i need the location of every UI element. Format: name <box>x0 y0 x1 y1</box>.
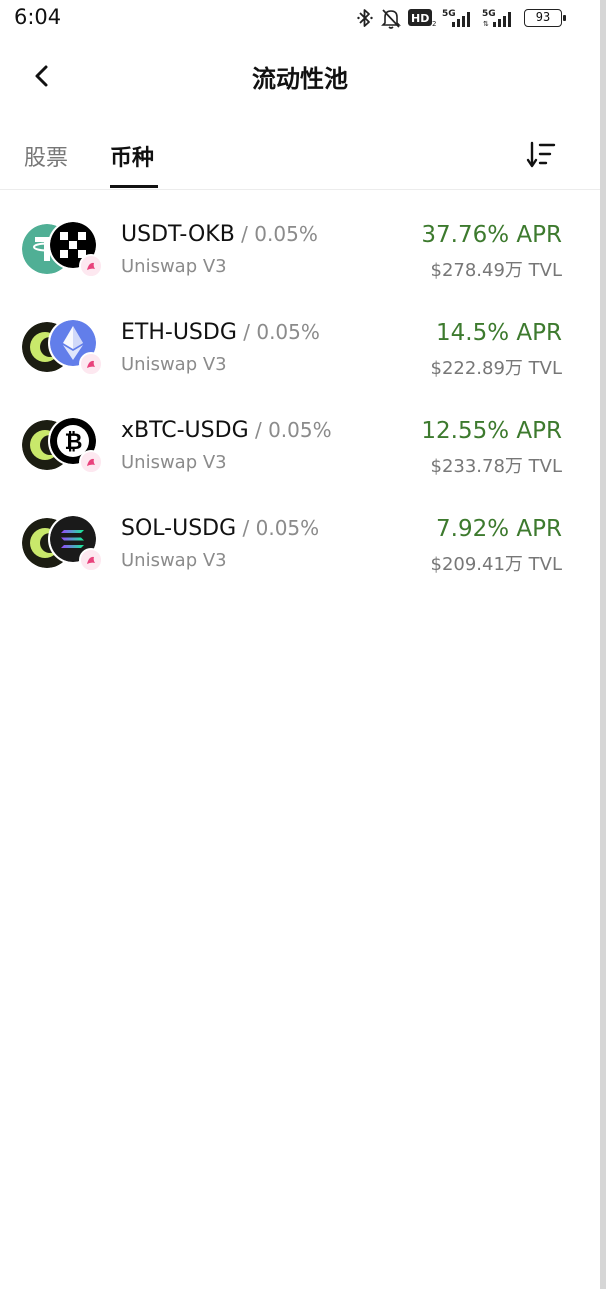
pair-name: SOL-USDG <box>121 516 237 541</box>
hd-badge: HD 2 <box>408 8 436 28</box>
tvl-value: $233.78万 TVL <box>430 456 563 477</box>
status-time: 6:04 <box>14 5 62 29</box>
apr-value: 14.5% APR <box>436 320 562 346</box>
fee-tier: / 0.05% <box>234 222 318 246</box>
protocol-label: Uniswap V3 <box>121 452 227 473</box>
bell-muted-icon <box>380 7 402 29</box>
pair-name: ETH-USDG <box>121 320 237 345</box>
pair-label: SOL-USDG / 0.05% <box>121 516 319 541</box>
svg-text:₿: ₿ <box>65 430 83 455</box>
battery-icon: 93 <box>524 9 566 27</box>
pool-list: USDT-OKB / 0.05% Uniswap V3 37.76% APR $… <box>0 200 600 592</box>
protocol-label: Uniswap V3 <box>121 256 227 277</box>
uniswap-icon <box>79 352 103 376</box>
svg-text:⇅: ⇅ <box>483 20 489 28</box>
tab-active-indicator <box>110 185 158 188</box>
svg-text:HD: HD <box>411 12 429 25</box>
pair-label: xBTC-USDG / 0.05% <box>121 418 332 443</box>
tvl-value: $222.89万 TVL <box>430 358 563 379</box>
screen-edge <box>600 0 606 1289</box>
pair-label: USDT-OKB / 0.05% <box>121 222 318 247</box>
svg-text:5G: 5G <box>442 9 456 19</box>
svg-text:5G: 5G <box>482 9 496 19</box>
uniswap-icon <box>79 450 103 474</box>
tab-tokens[interactable]: 币种 <box>110 140 154 172</box>
svg-text:2: 2 <box>432 20 436 28</box>
uniswap-icon <box>79 254 103 278</box>
pool-row-usdt-okb[interactable]: USDT-OKB / 0.05% Uniswap V3 37.76% APR $… <box>0 200 600 298</box>
pair-name: USDT-OKB <box>121 222 235 247</box>
signal-5g-icon: 5G <box>442 7 476 29</box>
fee-tier: / 0.05% <box>248 418 332 442</box>
tab-bar: 股票 币种 <box>0 128 600 190</box>
app-header: 流动性池 <box>0 44 600 108</box>
uniswap-icon <box>79 548 103 572</box>
pool-row-xbtc-usdg[interactable]: ₿ xBTC-USDG / 0.05% Uniswap V3 12.55% AP… <box>0 396 600 494</box>
pool-row-sol-usdg[interactable]: SOL-USDG / 0.05% Uniswap V3 7.92% APR $2… <box>0 494 600 592</box>
tvl-value: $278.49万 TVL <box>430 260 563 281</box>
fee-tier: / 0.05% <box>236 320 320 344</box>
sort-icon <box>526 141 556 168</box>
status-icons: HD 2 5G 5G ⇅ 93 <box>356 6 566 30</box>
signal-5g-icon-2: 5G ⇅ <box>482 7 518 29</box>
pair-label: ETH-USDG / 0.05% <box>121 320 320 345</box>
fee-tier: / 0.05% <box>236 516 320 540</box>
tab-stocks[interactable]: 股票 <box>24 140 68 172</box>
apr-value: 12.55% APR <box>421 418 562 444</box>
pool-row-eth-usdg[interactable]: ETH-USDG / 0.05% Uniswap V3 14.5% APR $2… <box>0 298 600 396</box>
bluetooth-icon <box>356 7 374 29</box>
status-bar: 6:04 HD 2 5G 5G ⇅ 93 <box>0 0 606 36</box>
apr-value: 37.76% APR <box>421 222 562 248</box>
protocol-label: Uniswap V3 <box>121 354 227 375</box>
tvl-value: $209.41万 TVL <box>430 554 563 575</box>
sort-button[interactable] <box>524 138 558 172</box>
page-title: 流动性池 <box>252 65 348 93</box>
protocol-label: Uniswap V3 <box>121 550 227 571</box>
screen: 6:04 HD 2 5G 5G ⇅ 93 流动性池 股票 币种 USDT-OKB… <box>0 0 606 1289</box>
pair-name: xBTC-USDG <box>121 418 249 443</box>
apr-value: 7.92% APR <box>436 516 562 542</box>
